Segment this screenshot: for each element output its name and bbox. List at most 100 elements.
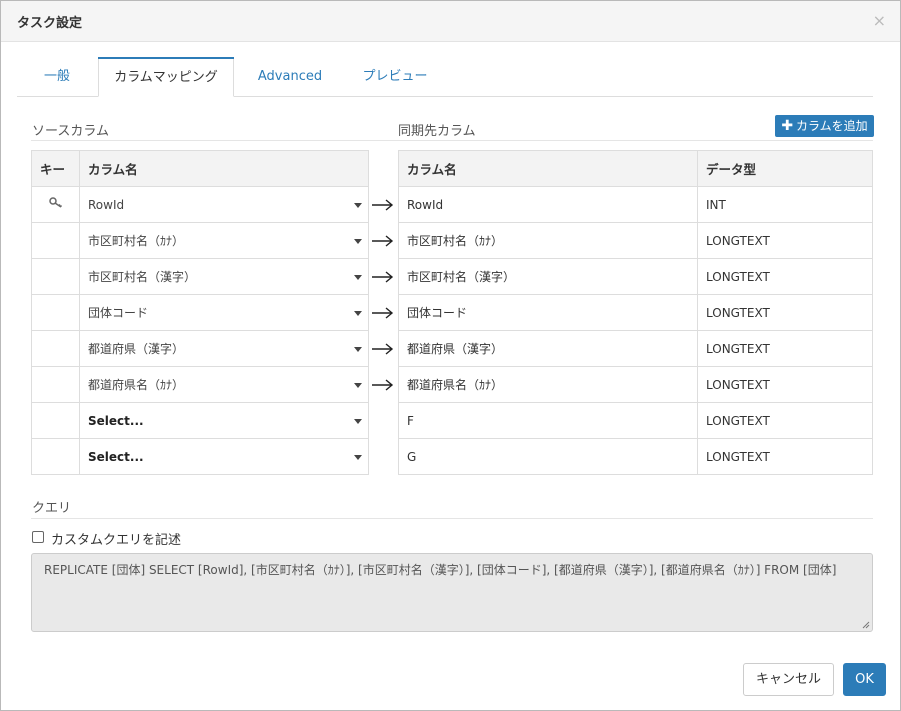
table-row: 都道府県（漢字）: [31, 330, 369, 367]
caret-down-icon: [354, 238, 362, 244]
source-column-select[interactable]: 団体コード: [79, 294, 369, 331]
key-cell: [31, 222, 80, 259]
key-icon: [48, 197, 62, 208]
target-data-type: LONGTEXT: [697, 438, 873, 475]
tab-column-mapping[interactable]: カラムマッピング: [98, 57, 234, 97]
caret-down-icon: [354, 202, 362, 208]
cancel-button[interactable]: キャンセル: [743, 663, 834, 696]
key-cell: [31, 330, 80, 367]
table-row: 団体コード LONGTEXT: [398, 294, 873, 331]
header-column-name: カラム名: [79, 150, 369, 187]
source-column-select[interactable]: 市区町村名（漢字）: [79, 258, 369, 295]
tab-bar: 一般 カラムマッピング Advanced プレビュー: [17, 57, 873, 97]
target-columns-label: 同期先カラム: [398, 124, 476, 139]
tab-preview[interactable]: プレビュー: [347, 57, 443, 97]
resize-handle-icon[interactable]: [862, 621, 870, 629]
caret-down-icon: [354, 274, 362, 280]
arrow-right-icon: [372, 235, 394, 247]
select-value: 市区町村名（ｶﾅ）: [88, 234, 185, 248]
query-text: REPLICATE [団体] SELECT [RowId], [市区町村名（ｶﾅ…: [44, 563, 837, 577]
target-columns-table: カラム名 データ型 RowId INT 市区町村名（ｶﾅ） LONGTEXT 市区町…: [398, 150, 873, 475]
key-cell: [31, 186, 80, 223]
table-row: 市区町村名（漢字） LONGTEXT: [398, 258, 873, 295]
source-columns-label: ソースカラム: [32, 124, 109, 139]
target-data-type: LONGTEXT: [697, 294, 873, 331]
table-row: 団体コード: [31, 294, 369, 331]
select-value: 団体コード: [88, 306, 149, 320]
divider: [31, 518, 873, 519]
source-column-select[interactable]: RowId: [79, 186, 369, 223]
close-icon[interactable]: ×: [873, 11, 886, 30]
source-column-select[interactable]: 市区町村名（ｶﾅ）: [79, 222, 369, 259]
key-cell: [31, 258, 80, 295]
table-row: G LONGTEXT: [398, 438, 873, 475]
custom-query-checkbox[interactable]: [32, 531, 44, 543]
table-row: RowId: [31, 186, 369, 223]
table-row: 市区町村名（ｶﾅ）: [31, 222, 369, 259]
table-row: 都道府県（漢字） LONGTEXT: [398, 330, 873, 367]
select-placeholder: Select...: [88, 413, 144, 428]
select-value: 都道府県名（ｶﾅ）: [88, 378, 185, 392]
table-row: 都道府県名（ｶﾅ）: [31, 366, 369, 403]
arrow-right-icon: [372, 379, 394, 391]
target-column-name: 都道府県（漢字）: [398, 330, 698, 367]
dialog-titlebar: タスク設定 ×: [1, 1, 900, 42]
caret-down-icon: [354, 418, 362, 424]
tab-general[interactable]: 一般: [17, 57, 97, 97]
source-column-select[interactable]: 都道府県名（ｶﾅ）: [79, 366, 369, 403]
target-column-name: 市区町村名（漢字）: [398, 258, 698, 295]
key-cell: [31, 402, 80, 439]
caret-down-icon: [354, 382, 362, 388]
table-row: 都道府県名（ｶﾅ） LONGTEXT: [398, 366, 873, 403]
custom-query-label[interactable]: カスタムクエリを記述: [51, 529, 181, 548]
key-cell: [31, 366, 80, 403]
arrow-right-icon: [372, 307, 394, 319]
plus-icon: ✚: [781, 118, 794, 134]
ok-button[interactable]: OK: [843, 663, 886, 696]
key-cell: [31, 294, 80, 331]
header-data-type: データ型: [697, 150, 873, 187]
source-column-select[interactable]: 都道府県（漢字）: [79, 330, 369, 367]
table-row: 市区町村名（漢字）: [31, 258, 369, 295]
select-value: 市区町村名（漢字）: [88, 270, 197, 284]
target-column-name: 都道府県名（ｶﾅ）: [398, 366, 698, 403]
target-column-name: 団体コード: [398, 294, 698, 331]
select-value: RowId: [88, 197, 125, 212]
table-row: 市区町村名（ｶﾅ） LONGTEXT: [398, 222, 873, 259]
table-row: F LONGTEXT: [398, 402, 873, 439]
caret-down-icon: [354, 310, 362, 316]
divider: [31, 140, 873, 141]
target-column-name: F: [398, 402, 698, 439]
arrow-right-icon: [372, 343, 394, 355]
add-column-button[interactable]: ✚ カラムを追加: [775, 115, 874, 137]
arrow-right-icon: [372, 271, 394, 283]
arrow-right-icon: [372, 199, 394, 211]
target-data-type: LONGTEXT: [697, 330, 873, 367]
caret-down-icon: [354, 346, 362, 352]
task-settings-dialog: タスク設定 × 一般 カラムマッピング Advanced プレビュー ソースカラ…: [0, 0, 901, 711]
table-row: Select...: [31, 438, 369, 475]
select-placeholder: Select...: [88, 449, 144, 464]
add-column-label: カラムを追加: [796, 119, 868, 133]
table-row: RowId INT: [398, 186, 873, 223]
header-column-name: カラム名: [398, 150, 698, 187]
tab-advanced[interactable]: Advanced: [242, 57, 338, 97]
source-column-select[interactable]: Select...: [79, 402, 369, 439]
select-value: 都道府県（漢字）: [88, 342, 185, 356]
target-data-type: LONGTEXT: [697, 366, 873, 403]
source-column-select[interactable]: Select...: [79, 438, 369, 475]
target-column-name: RowId: [398, 186, 698, 223]
target-data-type: LONGTEXT: [697, 258, 873, 295]
target-column-name: 市区町村名（ｶﾅ）: [398, 222, 698, 259]
source-columns-table: キー カラム名 RowId 市区町村名（ｶﾅ） 市区町村名（漢字） 団体コード …: [31, 150, 369, 475]
target-column-name: G: [398, 438, 698, 475]
dialog-title: タスク設定: [17, 16, 83, 31]
target-data-type: LONGTEXT: [697, 402, 873, 439]
header-key: キー: [31, 150, 80, 187]
key-cell: [31, 438, 80, 475]
table-row: Select...: [31, 402, 369, 439]
target-data-type: LONGTEXT: [697, 222, 873, 259]
caret-down-icon: [354, 454, 362, 460]
query-textarea[interactable]: REPLICATE [団体] SELECT [RowId], [市区町村名（ｶﾅ…: [31, 553, 873, 632]
query-label: クエリ: [32, 501, 72, 516]
